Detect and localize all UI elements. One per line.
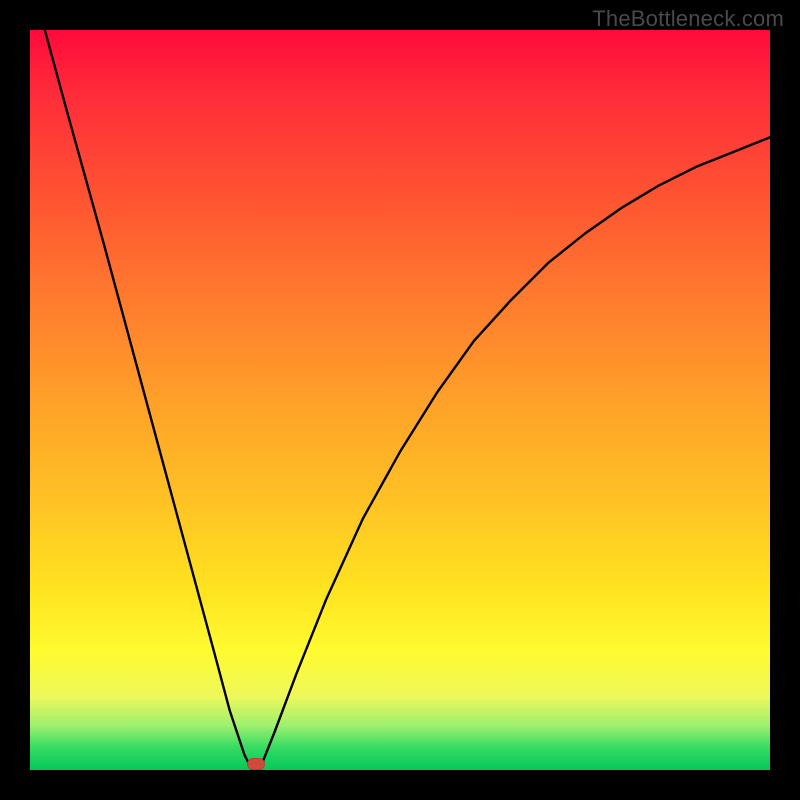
chart-frame: TheBottleneck.com: [0, 0, 800, 800]
curve-right: [259, 137, 770, 770]
watermark-text: TheBottleneck.com: [592, 6, 784, 32]
plot-area: [30, 30, 770, 770]
curve-layer: [30, 30, 770, 770]
curve-left: [45, 30, 260, 770]
minimum-marker: [247, 758, 265, 770]
